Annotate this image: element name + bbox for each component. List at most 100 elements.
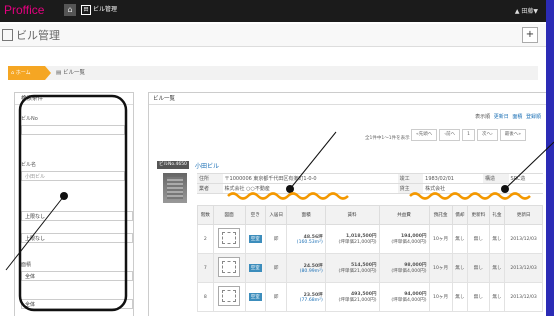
top-navbar: Proffice ⌂ 田ビル管理 ▲ 田藤▼: [0, 0, 546, 22]
sort-label: 表示順: [475, 114, 491, 120]
breadcrumb: ⌂ ホーム ▤ ビル一覧: [8, 66, 538, 80]
move-in-cell: 即: [264, 282, 288, 312]
column-header: 面積: [286, 205, 326, 225]
deposit-cell: 10ヶ月: [428, 224, 453, 254]
pager-next[interactable]: 次へ›: [476, 129, 498, 141]
range-select-1[interactable]: 上限なし: [21, 211, 133, 221]
area-cell: 24.50坪 (80.99m²): [286, 253, 326, 283]
rent-cell: 493,500円 (坪単価21,000円): [324, 282, 380, 312]
fee-unit: (坪単価4,000円): [391, 269, 427, 274]
area-cell: 48.56坪 (160.53m²): [286, 224, 326, 254]
key-money-cell: 無し: [488, 224, 506, 254]
updated-cell: 2013/12/03: [504, 253, 543, 283]
floor-plan-icon: [218, 257, 241, 277]
floor-cell: 8: [197, 282, 214, 312]
built-value: 1983/02/01: [423, 173, 483, 184]
pager-prev[interactable]: ‹前へ: [439, 129, 461, 141]
range-select-2[interactable]: 上限なし: [21, 233, 133, 243]
renewal-fee-cell: 無し: [467, 224, 490, 254]
vacancy-table: 階数 図面 空き 入居日 面積 賃料 共益費 預託金 償却 更新料 礼金 更新日 2 空室即 48.56坪…: [197, 205, 543, 312]
building-no-badge: ビルNo.4650: [157, 161, 189, 169]
common-fee-cell: 94,000円 (坪単価4,000円): [378, 282, 430, 312]
pager-page[interactable]: 1: [462, 129, 475, 141]
building-no-input[interactable]: [21, 125, 125, 135]
move-in-cell: 即: [264, 253, 288, 283]
status-cell: 空室: [244, 282, 266, 312]
column-header: 入居日: [264, 205, 288, 225]
column-header: 階数: [197, 205, 214, 225]
breadcrumb-current: ▤ ビル一覧: [56, 70, 85, 76]
area-label: 面積: [21, 262, 32, 268]
renewal-fee-cell: 無し: [467, 253, 490, 283]
user-menu[interactable]: ▲ 田藤▼: [515, 6, 538, 15]
column-header: 共益費: [378, 205, 430, 225]
page-header: ビル管理 +: [0, 24, 546, 47]
vacancy-row[interactable]: 2 空室即 48.56坪 (160.53m²) 1,018,500円 (坪単価21,000…: [197, 224, 543, 254]
amortization-cell: 無し: [451, 224, 469, 254]
column-header: 更新日: [504, 205, 543, 225]
area-select[interactable]: 全体: [21, 271, 133, 281]
rent-value: 1,018,500円: [346, 234, 377, 239]
rent-cell: 514,500円 (坪単価21,000円): [324, 253, 380, 283]
vacancy-row[interactable]: 8 空室即 23.50坪 (77.68m²) 493,500円 (坪単価21,000円) 9…: [197, 282, 543, 312]
area-m2: (160.53m²): [296, 239, 323, 245]
area-cell: 23.50坪 (77.68m²): [286, 282, 326, 312]
status-badge: 空室: [248, 264, 262, 272]
nav-building-management[interactable]: 田ビル管理: [81, 4, 117, 16]
pager-first[interactable]: «先頭へ: [411, 129, 438, 141]
sort-options: 表示順 更新日 面積 登録順: [475, 113, 541, 120]
building-name-input[interactable]: 小田ビル: [21, 171, 125, 181]
key-money-cell: 無し: [488, 253, 506, 283]
fee-value: 98,000円: [404, 263, 427, 268]
floor-plan-icon: [218, 286, 241, 306]
rent-unit: (坪単価21,000円): [338, 298, 377, 303]
building-icon: 田: [81, 4, 91, 15]
floor-plan-thumb[interactable]: [212, 282, 246, 312]
fee-value: 194,000円: [400, 234, 427, 239]
rent-unit: (坪単価21,000円): [338, 240, 377, 245]
updated-cell: 2013/12/03: [504, 224, 543, 254]
breadcrumb-home[interactable]: ⌂ ホーム: [8, 66, 45, 80]
home-icon[interactable]: ⌂: [64, 4, 76, 16]
rent-unit: (坪単価21,000円): [338, 269, 377, 274]
column-header: 償却: [451, 205, 469, 225]
building-name-link[interactable]: 小田ビル: [195, 161, 219, 170]
rent-value: 493,500円: [350, 292, 377, 297]
list-header: ビル一覧: [149, 93, 546, 105]
search-panel-header: 検索条件: [15, 93, 133, 105]
pager-last[interactable]: 最後へ»: [499, 129, 527, 141]
floor-cell: 7: [197, 253, 214, 283]
app-window: Proffice ⌂ 田ビル管理 ▲ 田藤▼ ビル管理 + ⌂ ホーム ▤ ビル…: [0, 0, 546, 316]
floor-plan-icon: [218, 228, 241, 248]
floor-plan-thumb[interactable]: [212, 224, 246, 254]
brand-logo[interactable]: Proffice: [4, 3, 44, 17]
rent-cell: 1,018,500円 (坪単価21,000円): [324, 224, 380, 254]
key-money-cell: 無し: [488, 282, 506, 312]
document-icon: [2, 29, 13, 41]
vacancy-row[interactable]: 7 空室即 24.50坪 (80.99m²) 514,500円 (坪単価21,000円) 9…: [197, 253, 543, 283]
column-header: 図面: [212, 205, 246, 225]
fee-unit: (坪単価4,000円): [391, 240, 427, 245]
renewal-fee-cell: 無し: [467, 282, 490, 312]
amortization-cell: 無し: [451, 282, 469, 312]
area-m2: (80.99m²): [299, 268, 323, 274]
area-m2: (77.68m²): [299, 297, 323, 303]
move-in-cell: 即: [264, 224, 288, 254]
area-select-2[interactable]: 全体: [21, 299, 133, 309]
amortization-cell: 無し: [451, 253, 469, 283]
status-cell: 空室: [244, 224, 266, 254]
status-badge: 空室: [248, 235, 262, 243]
built-label: 竣工: [397, 173, 424, 184]
result-count: 全1件中1〜1件を表示: [365, 136, 410, 141]
company-label: 業者: [197, 183, 223, 194]
status-badge: 空室: [248, 293, 262, 301]
building-photo[interactable]: [163, 173, 187, 203]
pagination: «先頭へ ‹前へ 1 次へ› 最後へ»: [411, 129, 528, 141]
add-button[interactable]: +: [522, 27, 538, 43]
sort-updated-link[interactable]: 更新日: [494, 114, 509, 120]
sort-registered-link[interactable]: 登録順: [526, 114, 541, 120]
column-header: 礼金: [488, 205, 506, 225]
floor-plan-thumb[interactable]: [212, 253, 246, 283]
building-list-panel: ビル一覧 表示順 更新日 面積 登録順 全1件中1〜1件を表示 «先頭へ ‹前へ 1…: [148, 92, 546, 316]
sort-area-link[interactable]: 面積: [512, 114, 522, 120]
